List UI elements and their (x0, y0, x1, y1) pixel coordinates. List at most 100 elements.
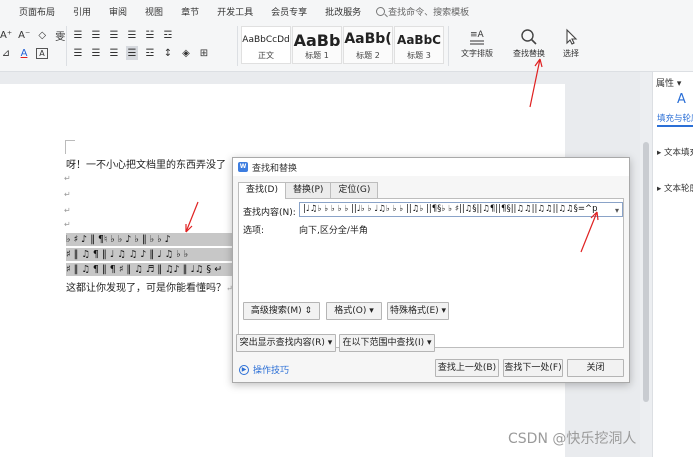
close-button[interactable]: 关闭 (567, 359, 624, 377)
menu-correction[interactable]: 批改服务 (316, 5, 370, 18)
style-name: 标题 1 (305, 51, 329, 60)
doc-line-1[interactable]: 呀！一不小心把文档里的东西弄没了 (66, 156, 226, 171)
chevron-down-icon[interactable]: ▾ (615, 204, 619, 216)
align-center-button[interactable]: ☰ (90, 46, 102, 60)
highlighted-symbols-line-3[interactable]: ♯ ‖ ♫ ¶ ‖ ¶ ♯ ‖ ♫ ♬ ‖ ♫♪ ‖ ♩♫ § ↵ (66, 263, 236, 276)
highlighted-symbols-line-2[interactable]: ♯ ‖ ♫ ¶ ‖ ♩ ♫ ♫ ♪ ‖ ♩ ♫ ♭ ♭ (66, 248, 236, 261)
dialog-tabs: 查找(D) 替换(P) 定位(G) (238, 182, 379, 199)
distribute-button[interactable]: ☲ (144, 46, 156, 60)
options-label: 选项: (243, 226, 265, 236)
chinese-layout-button[interactable]: ☱ (144, 28, 156, 42)
shading-button[interactable]: ◈ (180, 46, 192, 60)
align-right-button[interactable]: ☰ (108, 46, 120, 60)
ribbon-divider (66, 26, 67, 66)
style-name: 标题 3 (407, 51, 431, 60)
line-spacing-button[interactable]: ↕ (162, 46, 174, 60)
text-outline-section[interactable]: ▸ 文本轮廓 (657, 182, 693, 194)
show-marks-button[interactable]: ☲ (162, 28, 174, 42)
watermark: CSDN @快乐挖洞人 (508, 431, 637, 447)
text-fill-section[interactable]: ▸ 文本填充 (657, 146, 693, 158)
clear-format-button[interactable]: ◇ (36, 28, 48, 42)
find-previous-button[interactable]: 查找上一处(B) (435, 359, 499, 377)
text-format-icon[interactable]: A (677, 92, 686, 107)
style-name: 标题 2 (356, 51, 380, 60)
text-layout-button[interactable]: ≡A 文字排版 (453, 26, 501, 59)
style-sample: AaBbCcDd (242, 35, 290, 45)
text-layout-label: 文字排版 (461, 49, 493, 58)
ribbon-toolbar: A⁺ A⁻ ◇ 雯 ☰ ☰ ☰ ☰ ☱ ☲ ⊿ A A ☰ ☰ ☰ ☰ ☲ ↕ … (0, 22, 693, 72)
paragraph-tools-row2: ☰ ☰ ☰ ☰ ☲ ↕ ◈ ⊞ (72, 46, 210, 60)
style-heading2[interactable]: AaBb( 标题 2 (343, 26, 393, 64)
special-format-button[interactable]: 特殊格式(E) ▾ (387, 302, 449, 320)
highlighted-symbols-line-1[interactable]: ♭ ♯ ♪ ‖ ¶♮ ♭ ♭ ♪ ♭ ‖ ♭ ♭ ♪ (66, 233, 236, 246)
find-replace-button[interactable]: 查找替换 (506, 26, 552, 59)
char-border-button[interactable]: A (36, 47, 48, 59)
font-color-button[interactable]: A (18, 46, 30, 60)
menu-view[interactable]: 视图 (136, 5, 172, 18)
shrink-font-button[interactable]: A⁻ (18, 28, 30, 42)
style-heading3[interactable]: AaBbC 标题 3 (394, 26, 444, 64)
scrollbar-thumb[interactable] (643, 142, 649, 402)
phonetic-button[interactable]: 雯 (54, 28, 66, 43)
options-value: 向下,区分全/半角 (299, 226, 368, 236)
find-panel: 查找内容(N): |♩♫♭ ♭ ♭ ♭ ♭ ||♩♭ ♭ ♩♫♭ ♭ ♭ ||♫… (238, 198, 624, 348)
paragraph-mark: ↵ (64, 190, 71, 199)
select-label: 选择 (563, 49, 579, 58)
vertical-scrollbar[interactable] (640, 72, 652, 457)
font-tools-row2: ⊿ A A (0, 46, 48, 60)
menu-developer[interactable]: 开发工具 (208, 5, 262, 18)
tab-replace[interactable]: 替换(P) (284, 182, 332, 198)
menu-references[interactable]: 引用 (64, 5, 100, 18)
borders-button[interactable]: ⊞ (198, 46, 210, 60)
properties-panel: 属性 ▾ A 填充与轮廓 ▸ 文本填充 ▸ 文本轮廓 (652, 72, 693, 457)
align-left-button[interactable]: ☰ (72, 46, 84, 60)
menu-page-layout[interactable]: 页面布局 (10, 5, 64, 18)
dialog-title: 查找和替换 (252, 163, 298, 174)
ribbon-divider (448, 26, 449, 66)
tab-goto[interactable]: 定位(G) (330, 182, 379, 198)
text-layout-icon: ≡A (453, 26, 501, 48)
search-icon (376, 6, 386, 16)
dialog-titlebar[interactable]: W 查找和替换 (233, 158, 629, 176)
magnifier-icon (506, 26, 552, 48)
command-search[interactable]: 查找命令、搜索模板 (376, 5, 469, 18)
style-name: 正文 (258, 51, 274, 60)
ribbon-divider (237, 26, 238, 66)
tab-find[interactable]: 查找(D) (238, 182, 286, 199)
operation-tips-label: 操作技巧 (253, 366, 290, 376)
highlight-matches-button[interactable]: 突出显示查找内容(R) ▾ (236, 334, 336, 352)
style-sample: AaBb (293, 31, 341, 50)
find-content-input[interactable]: |♩♫♭ ♭ ♭ ♭ ♭ ||♩♭ ♭ ♩♫♭ ♭ ♭ ||♫♭ ||¶§♭ ♭… (299, 202, 623, 217)
format-button[interactable]: 格式(O) ▾ (326, 302, 382, 320)
advanced-search-button[interactable]: 高级搜索(M) ⇕ (243, 302, 320, 320)
find-content-value: |♩♫♭ ♭ ♭ ♭ ♭ ||♩♭ ♭ ♩♫♭ ♭ ♭ ||♫♭ ||¶§♭ ♭… (303, 204, 598, 214)
eraser-button[interactable]: ⊿ (0, 46, 12, 60)
paragraph-mark: ↵ (64, 174, 71, 183)
menu-member[interactable]: 会员专享 (262, 5, 316, 18)
style-sample: AaBb( (344, 31, 392, 47)
paragraph-tools-row1: ☰ ☰ ☰ ☰ ☱ ☲ (72, 28, 174, 42)
find-content-label: 查找内容(N): (243, 208, 296, 218)
select-button[interactable]: 选择 (555, 26, 587, 59)
wps-app-icon: W (238, 162, 248, 172)
style-sample: AaBbC (397, 33, 441, 47)
style-heading1[interactable]: AaBb 标题 1 (292, 26, 342, 64)
bullet-list-button[interactable]: ☰ (72, 28, 84, 42)
operation-tips-link[interactable]: ▶ 操作技巧 (239, 363, 289, 376)
play-icon: ▶ (239, 364, 249, 375)
menu-section[interactable]: 章节 (172, 5, 208, 18)
find-next-button[interactable]: 查找下一处(F) (503, 359, 563, 377)
increase-indent-button[interactable]: ☰ (126, 28, 138, 42)
svg-text:≡A: ≡A (470, 30, 485, 40)
menu-review[interactable]: 审阅 (100, 5, 136, 18)
style-normal[interactable]: AaBbCcDd 正文 (241, 26, 291, 64)
find-in-range-button[interactable]: 在以下范围中查找(I) ▾ (339, 334, 435, 352)
doc-last-line[interactable]: 这都让你发现了，可是你能看懂吗？↵ (66, 279, 233, 294)
justify-button[interactable]: ☰ (126, 46, 138, 60)
cursor-icon (555, 26, 587, 48)
tab-fill-outline[interactable]: 填充与轮廓 (657, 112, 693, 124)
active-tab-indicator (657, 125, 693, 127)
number-list-button[interactable]: ☰ (90, 28, 102, 42)
grow-font-button[interactable]: A⁺ (0, 28, 12, 42)
decrease-indent-button[interactable]: ☰ (108, 28, 120, 42)
